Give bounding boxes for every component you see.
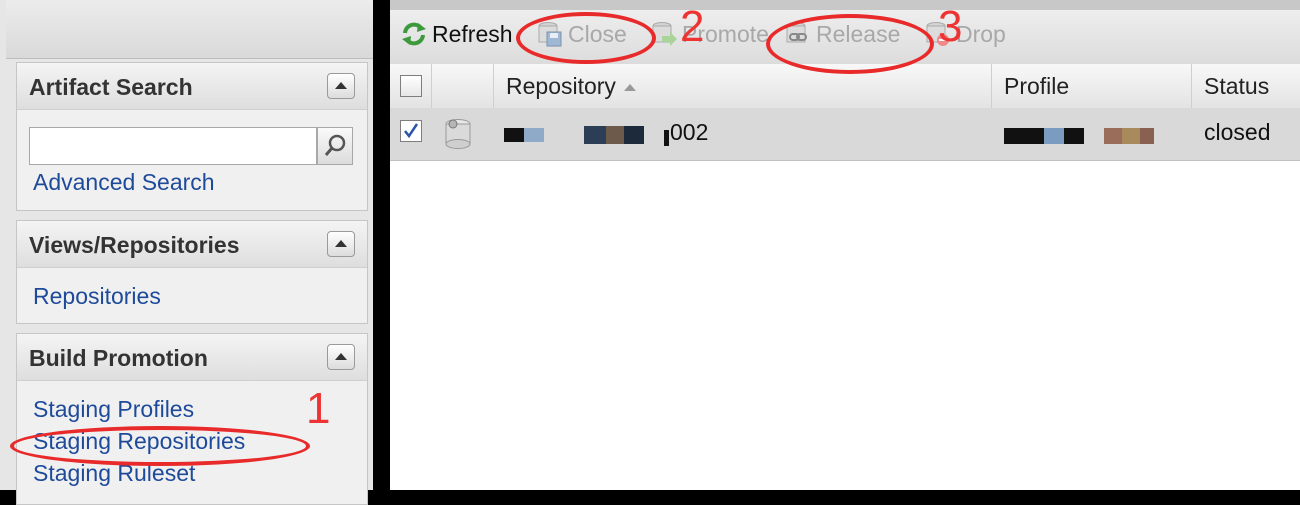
collapse-artifact-search-button[interactable]: [327, 73, 355, 99]
status-header-label: Status: [1204, 73, 1270, 99]
redacted-block: [504, 128, 524, 142]
profile-column-header[interactable]: Profile: [992, 64, 1192, 108]
drop-button[interactable]: Drop: [924, 14, 1006, 54]
artifact-search-title: Artifact Search: [29, 74, 193, 100]
annotation-number-3: 3: [938, 2, 963, 51]
pane-divider[interactable]: [373, 0, 390, 490]
redacted-block: [1140, 128, 1154, 144]
search-icon: [324, 134, 346, 156]
repository-name-suffix: 002: [670, 119, 709, 145]
redacted-block: [664, 130, 669, 146]
repository-header-label: Repository: [506, 73, 636, 100]
collapse-views-button[interactable]: [327, 231, 355, 257]
refresh-icon: [402, 22, 426, 46]
refresh-label: Refresh: [432, 20, 513, 47]
redacted-block: [606, 126, 624, 144]
checkmark-icon: [404, 123, 419, 139]
annotation-ellipse-release: [766, 14, 934, 74]
repository-column-header[interactable]: Repository: [494, 64, 992, 108]
redacted-block: [624, 126, 644, 144]
annotation-number-2: 2: [680, 2, 705, 51]
refresh-button[interactable]: Refresh: [400, 14, 513, 54]
chevron-up-icon: [335, 82, 347, 89]
artifact-search-header: Artifact Search: [17, 63, 367, 110]
profile-header-label: Profile: [1004, 73, 1070, 99]
search-button[interactable]: [317, 127, 353, 165]
icon-column-header: [432, 64, 494, 108]
advanced-search-link[interactable]: Advanced Search: [33, 169, 215, 196]
select-all-column: [390, 64, 432, 108]
annotation-number-1: 1: [306, 384, 331, 433]
build-promotion-header: Build Promotion: [17, 334, 367, 381]
redacted-block: [1044, 128, 1064, 144]
repositories-link[interactable]: Repositories: [33, 283, 161, 310]
redacted-block: [1122, 128, 1140, 144]
views-repositories-title: Views/Repositories: [29, 232, 240, 258]
promote-button[interactable]: Promote: [650, 14, 769, 54]
row-checkbox[interactable]: [400, 120, 422, 142]
views-repositories-header: Views/Repositories: [17, 221, 367, 268]
table-row[interactable]: 002 closed: [390, 108, 1300, 161]
views-repositories-panel: Views/Repositories Repositories: [16, 220, 368, 324]
redacted-block: [584, 126, 606, 144]
status-column-header[interactable]: Status: [1192, 64, 1300, 108]
redacted-block: [1064, 128, 1084, 144]
annotation-ellipse-close: [516, 12, 656, 64]
toolbar-top-band: [390, 0, 1300, 10]
chevron-up-icon: [335, 240, 347, 247]
annotation-ellipse-staging-repositories: [10, 426, 310, 466]
sort-ascending-icon: [623, 84, 636, 92]
redacted-block: [1004, 128, 1044, 144]
build-promotion-title: Build Promotion: [29, 345, 208, 371]
drop-label: Drop: [956, 20, 1006, 47]
repository-icon: [445, 119, 471, 149]
chevron-up-icon: [335, 353, 347, 360]
artifact-search-input[interactable]: [29, 127, 317, 165]
sidebar-header-bar: [6, 0, 374, 59]
repository-header-text: Repository: [506, 73, 616, 99]
status-cell: closed: [1204, 119, 1271, 145]
redacted-block: [524, 128, 544, 142]
collapse-build-promotion-button[interactable]: [327, 344, 355, 370]
redacted-block: [1104, 128, 1122, 144]
select-all-checkbox[interactable]: [400, 75, 422, 97]
staging-profiles-link[interactable]: Staging Profiles: [33, 396, 194, 423]
artifact-search-panel: Artifact Search Advanced Search: [16, 62, 368, 211]
